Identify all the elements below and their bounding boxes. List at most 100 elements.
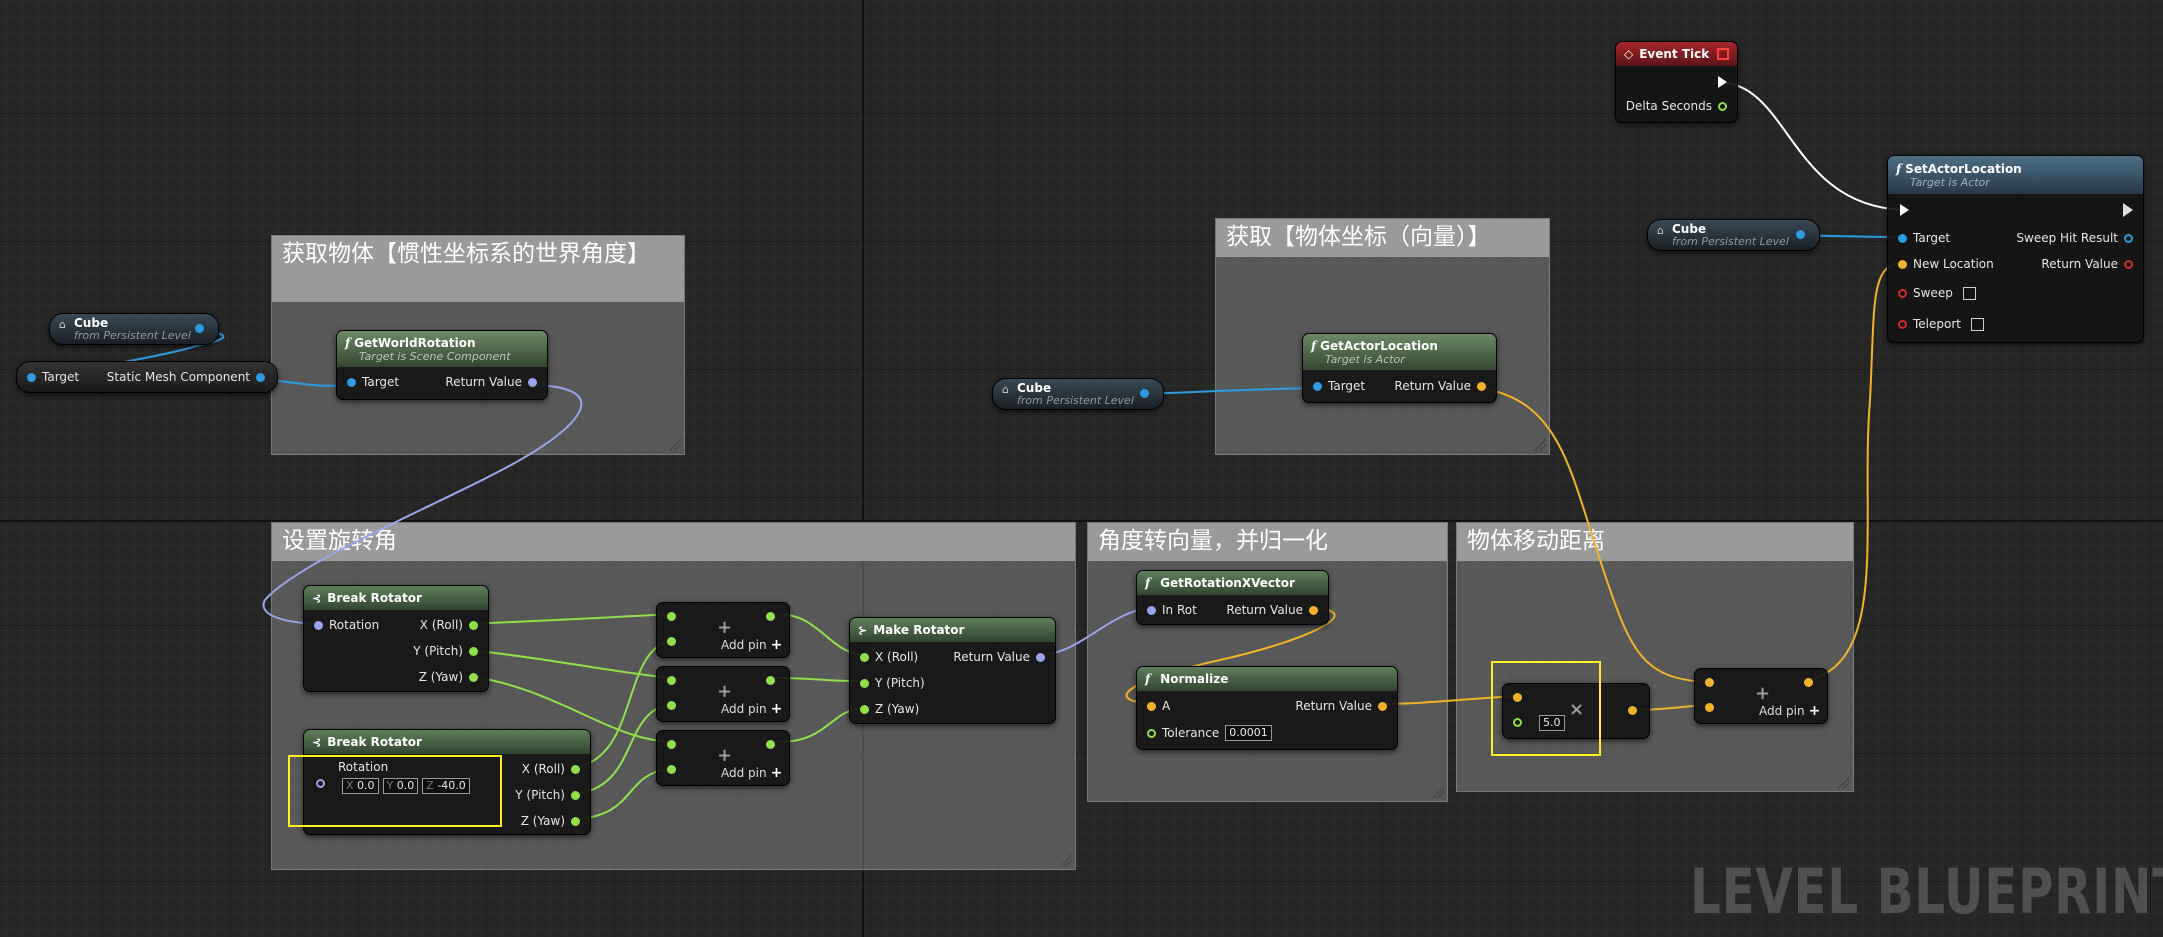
comment-title[interactable]: 物体移动距离 [1457, 523, 1853, 561]
function-icon: f [1896, 161, 1902, 176]
output-pin[interactable] [766, 676, 775, 685]
input-pin-b[interactable] [667, 765, 676, 774]
get-actor-location-node[interactable]: f GetActorLocation Target is Actor Target… [1302, 333, 1497, 403]
input-pin-b[interactable] [667, 701, 676, 710]
add-pin-button[interactable]: Add pin + [721, 765, 782, 781]
return-pin[interactable] [528, 377, 537, 387]
y-pitch-label: Y (Pitch) [413, 644, 463, 658]
delta-seconds-pin[interactable] [1718, 101, 1727, 111]
return-label: Return Value [1295, 699, 1372, 713]
static-mesh-component-node[interactable]: Target Static Mesh Component [16, 361, 278, 393]
y-pitch-pin[interactable] [469, 646, 478, 656]
add-pin-button[interactable]: Add pin + [721, 637, 782, 653]
target-label: Target [1328, 379, 1366, 393]
target-pin[interactable] [347, 377, 356, 387]
rotation-pin[interactable] [314, 620, 323, 630]
sweep-hit-pin[interactable] [2124, 233, 2133, 243]
z-yaw-pin[interactable] [571, 816, 580, 826]
input-pin-b[interactable] [667, 637, 676, 646]
teleport-checkbox[interactable] [1971, 317, 1984, 331]
output-pin[interactable] [766, 612, 775, 621]
make-rotator-node[interactable]: ⊱ Make Rotator X (Roll) Y (Pitch) Z (Yaw… [849, 617, 1056, 724]
return-label: Return Value [445, 375, 522, 389]
add-node-pitch[interactable]: + Add pin + [656, 666, 790, 722]
return-pin[interactable] [1036, 652, 1045, 662]
add-pin-button[interactable]: Add pin + [1759, 703, 1820, 719]
input-pin-b[interactable] [1705, 703, 1714, 712]
cube-reference-node-3[interactable]: ⌂ Cube from Persistent Level [1647, 219, 1820, 251]
z-yaw-label: Z (Yaw) [418, 670, 463, 684]
input-pin-a[interactable] [1705, 678, 1714, 687]
x-roll-label: X (Roll) [521, 762, 565, 776]
a-pin[interactable] [1147, 701, 1156, 711]
add-node-roll[interactable]: + Add pin + [656, 602, 790, 658]
actor-reference-icon: ⌂ [59, 318, 66, 331]
add-node-vector[interactable]: + Add pin + [1694, 668, 1828, 724]
cube-reference-node-2[interactable]: ⌂ Cube from Persistent Level [992, 378, 1164, 410]
event-output-delegate-icon[interactable] [1717, 48, 1729, 60]
node-title: Normalize [1160, 672, 1229, 686]
level-blueprint-watermark: LEVEL BLUEPRINT [1690, 855, 2163, 928]
z-yaw-pin[interactable] [469, 672, 478, 682]
add-node-yaw[interactable]: + Add pin + [656, 730, 790, 786]
comment-title[interactable]: 角度转向量，并归一化 [1088, 523, 1447, 561]
add-operator-icon: + [1755, 683, 1771, 704]
teleport-pin[interactable] [1898, 319, 1907, 329]
resize-grip-icon[interactable] [1060, 854, 1072, 866]
event-tick-node[interactable]: ◇ Event Tick Delta Seconds [1615, 41, 1738, 123]
output-pin[interactable] [195, 324, 204, 333]
tolerance-field[interactable]: 0.0001 [1225, 725, 1272, 741]
x-roll-pin[interactable] [469, 620, 478, 630]
get-world-rotation-node[interactable]: f GetWorldRotation Target is Scene Compon… [336, 330, 548, 400]
node-subtitle: Target is Actor [1325, 352, 1405, 366]
output-pin[interactable] [1140, 389, 1149, 398]
output-pin[interactable] [766, 740, 775, 749]
return-pin[interactable] [1378, 701, 1387, 711]
resize-grip-icon[interactable] [1432, 786, 1444, 798]
output-pin[interactable] [1628, 706, 1637, 715]
z-yaw-pin[interactable] [860, 704, 869, 714]
cube-reference-node[interactable]: ⌂ Cube from Persistent Level [49, 313, 219, 345]
set-actor-location-node[interactable]: f SetActorLocation Target is Actor Target… [1887, 155, 2144, 343]
comment-title[interactable]: 获取物体【惯性坐标系的世界角度】 [272, 236, 684, 302]
output-pin[interactable] [1796, 230, 1805, 239]
exec-output-pin[interactable] [2123, 203, 2133, 217]
resize-grip-icon[interactable] [1838, 776, 1850, 788]
output-pin[interactable] [256, 372, 265, 382]
y-pitch-pin[interactable] [860, 678, 869, 688]
resize-grip-icon[interactable] [669, 439, 681, 451]
exec-output-pin[interactable] [1718, 76, 1727, 88]
exec-input-pin[interactable] [1900, 204, 1909, 216]
get-rotation-x-vector-node[interactable]: f GetRotationXVector In Rot Return Value [1136, 570, 1329, 625]
make-struct-icon: ⊱ [858, 623, 868, 637]
comment-title[interactable]: 设置旋转角 [272, 523, 1075, 561]
target-pin[interactable] [1313, 381, 1322, 391]
node-title: Make Rotator [873, 623, 965, 637]
target-pin[interactable] [27, 372, 36, 382]
output-pin[interactable] [1804, 678, 1813, 687]
input-pin-a[interactable] [667, 676, 676, 685]
comment-angle-to-vector[interactable]: 角度转向量，并归一化 [1087, 522, 1448, 802]
return-pin[interactable] [1477, 381, 1486, 391]
add-pin-button[interactable]: Add pin + [721, 701, 782, 717]
resize-grip-icon[interactable] [1534, 439, 1546, 451]
break-rotator-node-1[interactable]: ⊰ Break Rotator Rotation X (Roll) Y (Pit… [303, 585, 489, 692]
x-roll-pin[interactable] [571, 764, 580, 774]
x-roll-pin[interactable] [860, 652, 869, 662]
normalize-node[interactable]: f Normalize A Return Value Tolerance 0.000… [1136, 666, 1398, 750]
sweep-pin[interactable] [1898, 288, 1907, 298]
tolerance-pin[interactable] [1147, 728, 1156, 738]
y-pitch-pin[interactable] [571, 790, 580, 800]
cube-source: from Persistent Level [1672, 235, 1789, 248]
input-pin-a[interactable] [667, 740, 676, 749]
target-pin[interactable] [1898, 233, 1907, 243]
sweep-checkbox[interactable] [1962, 286, 1976, 300]
z-yaw-label: Z (Yaw) [520, 814, 565, 828]
input-pin-a[interactable] [667, 612, 676, 621]
new-location-pin[interactable] [1898, 259, 1907, 269]
comment-title[interactable]: 获取【物体坐标（向量）】 [1216, 219, 1549, 257]
return-pin[interactable] [1309, 605, 1318, 615]
in-rot-pin[interactable] [1147, 605, 1156, 615]
tolerance-label: Tolerance [1162, 726, 1220, 740]
return-pin[interactable] [2124, 259, 2133, 269]
